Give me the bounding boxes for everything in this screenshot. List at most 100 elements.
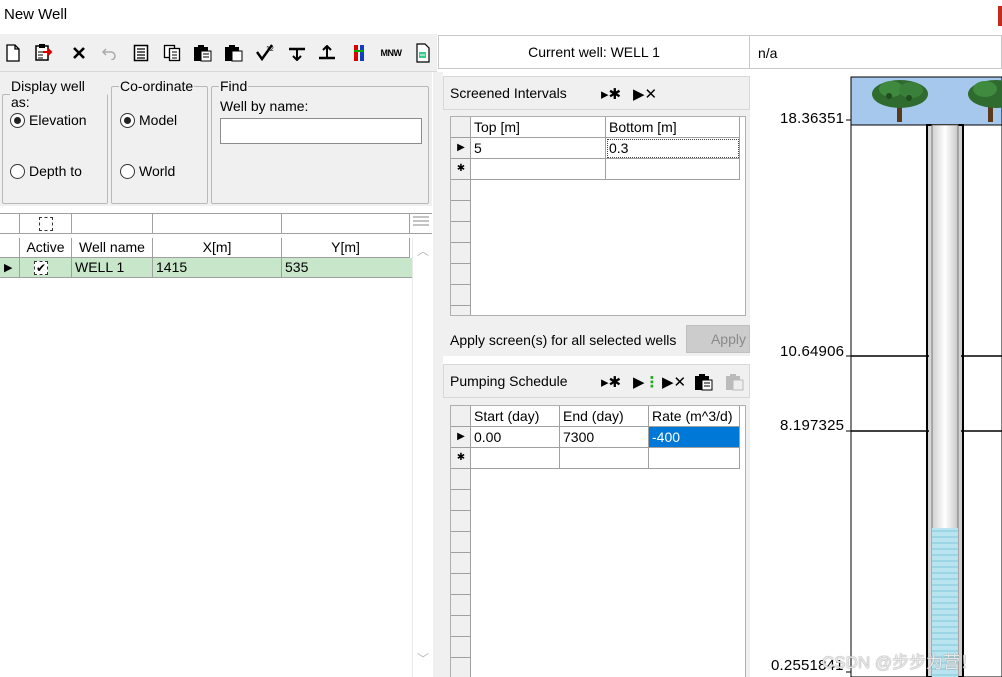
lower-icon[interactable] [286, 42, 308, 64]
row-header [451, 616, 471, 637]
model-radio[interactable]: Model [120, 112, 177, 128]
well-column-icon[interactable] [348, 42, 370, 64]
check-numbered-icon[interactable]: 12 [254, 42, 276, 64]
row-pointer-icon: ▶ [451, 138, 471, 159]
new-top-cell[interactable] [471, 159, 606, 180]
screened-intervals-panel: Screened Intervals ▸✱ ▶✕ ▶ ✱ Top [m] Bot… [443, 76, 750, 356]
delete-row-icon[interactable]: ▶✕ [633, 85, 657, 103]
scroll-down-icon[interactable]: ﹀ [417, 650, 429, 667]
close-button[interactable] [998, 6, 1002, 26]
window-title: New Well [4, 6, 68, 23]
row-header [451, 574, 471, 595]
well-by-name-input[interactable] [220, 118, 422, 144]
rate-cell[interactable]: -400 [649, 427, 740, 448]
x-filter[interactable] [153, 214, 282, 234]
row-header [451, 637, 471, 658]
end-cell[interactable]: 7300 [560, 427, 649, 448]
wells-scrollbar[interactable]: ︿ ﹀ [412, 238, 432, 677]
world-radio[interactable]: World [120, 163, 175, 179]
apply-button[interactable]: Apply [686, 325, 750, 353]
start-column-header[interactable]: Start (day) [471, 406, 560, 427]
coordinate-group: Co-ordinate [111, 78, 208, 204]
well-by-name-label: Well by name: [220, 98, 309, 114]
checkbox-checked-icon[interactable]: ✔ [34, 261, 48, 276]
end-column-header[interactable]: End (day) [560, 406, 649, 427]
undo-icon[interactable] [98, 42, 120, 64]
insert-row-icon[interactable]: ▸✱ [601, 85, 621, 103]
export-document-icon[interactable] [412, 42, 434, 64]
y-column-header[interactable]: Y[m] [282, 238, 410, 258]
wells-grid: Active Well name X[m] Y[m] ▶ ✔ WELL 1 14… [0, 213, 432, 677]
new-end-cell[interactable] [560, 448, 649, 469]
bottom-column-header[interactable]: Bottom [m] [606, 117, 740, 138]
paste-special-icon[interactable] [223, 42, 245, 64]
paste-icon[interactable] [192, 42, 214, 64]
scroll-up-icon[interactable]: ︿ [417, 242, 429, 259]
copy-icon[interactable] [161, 42, 183, 64]
radio-selected-icon [120, 112, 135, 128]
row-header [451, 201, 471, 222]
row-header [451, 243, 471, 264]
top-cell[interactable]: 5 [471, 138, 606, 159]
screened-grid: ▶ ✱ Top [m] Bottom [m] 5 0.3 [450, 116, 746, 316]
new-start-cell[interactable] [471, 448, 560, 469]
header-row-indicator [0, 238, 20, 258]
top-column-header[interactable]: Top [m] [471, 117, 606, 138]
screened-title: Screened Intervals [450, 85, 567, 101]
row-header [451, 490, 471, 511]
model-label: Model [139, 112, 178, 128]
active-filter[interactable] [20, 214, 72, 234]
new-rate-cell[interactable] [649, 448, 740, 469]
paste-icon[interactable] [694, 373, 714, 395]
new-bottom-cell[interactable] [606, 159, 740, 180]
panel-splitter[interactable] [433, 72, 443, 677]
filter-row-indicator [0, 214, 20, 234]
well-schematic: 18.36351 10.64906 8.197325 0.2551841 [751, 72, 1002, 677]
list-document-icon[interactable] [130, 42, 152, 64]
raise-icon[interactable] [316, 42, 338, 64]
start-cell[interactable]: 0.00 [471, 427, 560, 448]
delete-row-icon[interactable]: ▶✕ [662, 373, 686, 391]
import-icon[interactable] [33, 42, 55, 64]
active-cell[interactable]: ✔ [20, 258, 72, 278]
name-filter[interactable] [72, 214, 153, 234]
y-filter[interactable] [282, 214, 410, 234]
new-document-icon[interactable] [2, 42, 24, 64]
mnw-button[interactable]: MNW [378, 42, 404, 64]
mnw-label: MNW [380, 48, 403, 58]
radio-selected-icon [10, 112, 25, 128]
table-row[interactable]: ▶ ✔ WELL 1 1415 535 [0, 258, 412, 278]
grid-menu-icon[interactable] [410, 214, 432, 234]
row-header [451, 222, 471, 243]
row-header [451, 595, 471, 616]
row-pointer-icon: ▶ [0, 258, 20, 278]
world-label: World [139, 163, 176, 179]
paste-disabled-icon[interactable] [725, 373, 745, 395]
bottom-cell[interactable]: 0.3 [606, 138, 740, 159]
delete-icon[interactable] [68, 42, 90, 64]
active-column-header[interactable]: Active [20, 238, 72, 258]
toolbar: 12 MNW [0, 34, 437, 72]
row-header [451, 658, 471, 677]
insert-column-icon[interactable]: ▶⋮ [633, 373, 660, 391]
pumping-schedule-panel: Pumping Schedule ▸✱ ▶⋮ ▶✕ ▶ ✱ Start (day… [443, 364, 750, 677]
pumping-header: Pumping Schedule ▸✱ ▶⋮ ▶✕ [443, 364, 750, 398]
filter-checkbox-icon[interactable] [38, 217, 53, 232]
x-cell[interactable]: 1415 [153, 258, 282, 278]
x-column-header[interactable]: X[m] [153, 238, 282, 258]
row-header [451, 553, 471, 574]
watermark: CSDN @步步为营！ [822, 653, 978, 672]
y-cell[interactable]: 535 [282, 258, 412, 278]
row-header [451, 180, 471, 201]
well-name-cell[interactable]: WELL 1 [72, 258, 153, 278]
well-info-field: n/a [750, 35, 1002, 69]
depth-label: Depth to [29, 163, 82, 179]
pumping-row-headers: ▶ ✱ [451, 406, 471, 677]
depth-radio[interactable]: Depth to [10, 163, 82, 179]
row-pointer-icon: ▶ [451, 427, 471, 448]
rate-column-header[interactable]: Rate (m^3/d) [649, 406, 740, 427]
well-name-column-header[interactable]: Well name [72, 238, 153, 258]
insert-row-icon[interactable]: ▸✱ [601, 373, 621, 391]
find-legend: Find [220, 78, 248, 94]
elevation-radio[interactable]: Elevation [10, 112, 87, 128]
